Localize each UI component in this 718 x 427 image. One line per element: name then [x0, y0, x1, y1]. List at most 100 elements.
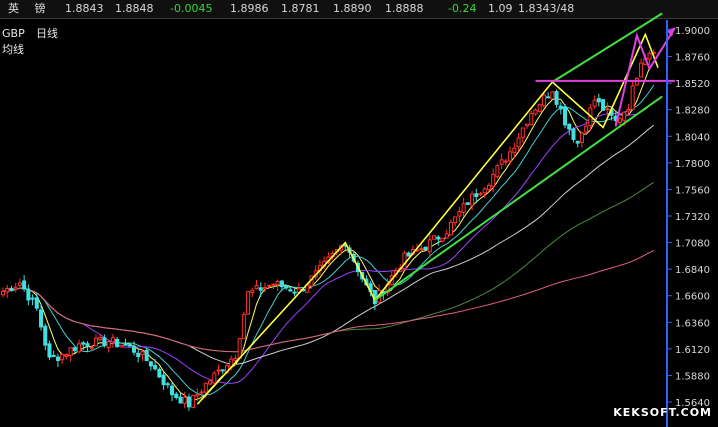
candle-down	[546, 96, 551, 99]
indicator-label: 均线	[2, 42, 24, 56]
candle-down	[220, 369, 225, 372]
chart-window: 英 镑 1.8843 1.8848 -0.0045 1.8986 1.8781 …	[0, 0, 718, 427]
candle-down	[115, 338, 120, 347]
candle-up	[241, 314, 246, 340]
price-tick-label: 1.7320	[675, 212, 710, 223]
candle-up	[203, 382, 208, 393]
candle-up	[584, 125, 589, 133]
candlestick-chart: 1.9000 1.8760 1.8520 1.8280 1.8040 1.7800 1.75…	[0, 12, 710, 427]
candle-up	[622, 111, 627, 121]
trendlines	[196, 12, 676, 405]
candle-down	[284, 285, 289, 289]
candle-up	[448, 222, 453, 236]
candle-down	[123, 343, 128, 346]
candle-down	[575, 140, 580, 144]
candle-up	[478, 193, 483, 196]
candle-up	[254, 285, 259, 289]
candle-down	[30, 297, 35, 300]
candle-down	[161, 374, 166, 386]
candle-down	[9, 287, 14, 292]
candle-up	[233, 358, 238, 361]
price-tick-label: 1.6120	[675, 345, 710, 356]
candle-down	[554, 91, 559, 105]
candle-up	[140, 351, 145, 356]
candle-down	[558, 105, 563, 110]
candle-up	[199, 391, 204, 394]
candle-down	[153, 365, 158, 370]
candle-up	[419, 248, 424, 251]
candle-down	[436, 236, 441, 240]
candle-up	[432, 235, 437, 240]
candle-down	[474, 193, 479, 197]
candle-up	[271, 283, 276, 286]
candle-down	[144, 349, 149, 361]
candle-up	[250, 289, 255, 294]
candle-up	[216, 369, 221, 372]
watermark: KEKSOFT.COM	[613, 406, 712, 419]
candle-down	[34, 297, 39, 309]
candle-up	[427, 239, 432, 253]
candle-up	[17, 282, 22, 286]
candle-down	[563, 106, 568, 126]
candle-down	[136, 352, 141, 358]
ma-slow-line	[2, 124, 655, 365]
candle-down	[22, 280, 27, 290]
chart-title: GBP	[2, 27, 25, 40]
price-tick-label: 1.8280	[675, 106, 710, 117]
candle-down	[55, 356, 60, 361]
candle-down	[51, 354, 56, 358]
candle-up	[639, 62, 644, 78]
candle-up	[89, 347, 94, 350]
candle-down	[596, 98, 601, 103]
candle-up	[486, 184, 491, 191]
candle-up	[541, 94, 546, 107]
candle-up	[13, 286, 18, 290]
candle-up	[93, 337, 98, 347]
candle-up	[461, 203, 466, 213]
candle-up	[77, 343, 82, 353]
candle-down	[292, 291, 297, 294]
candle-down	[26, 288, 31, 301]
candle-up	[537, 104, 542, 112]
candle-up	[533, 109, 538, 115]
candle-down	[148, 361, 153, 367]
green-upper-channel	[551, 12, 663, 83]
candle-up	[524, 123, 530, 127]
candle-up	[68, 347, 73, 356]
price-tick-label: 1.7800	[675, 159, 710, 170]
candle-up	[64, 354, 69, 357]
candle-up	[605, 108, 610, 111]
candle-up	[592, 99, 597, 107]
candle-up	[630, 85, 635, 110]
candle-up	[470, 193, 475, 206]
candle-up	[195, 394, 200, 397]
candle-up	[516, 137, 521, 148]
candle-up	[262, 286, 268, 290]
candle-up	[60, 353, 65, 361]
candle-down	[72, 347, 77, 351]
candle-up	[508, 151, 513, 162]
candle-up	[182, 396, 187, 404]
candle-down	[85, 343, 90, 348]
price-tick-label: 1.6360	[675, 318, 710, 329]
candle-up	[275, 280, 280, 286]
candle-up	[119, 344, 124, 348]
candle-down	[157, 368, 162, 378]
candle-up	[5, 287, 10, 293]
candle-up	[647, 52, 652, 60]
candle-up	[626, 108, 631, 112]
ma-slower-line	[2, 181, 655, 353]
price-tick-label: 1.7080	[675, 239, 710, 250]
price-tick-label: 1.9000	[675, 26, 710, 37]
chart-subtitle: 日线	[36, 26, 58, 40]
candle-up	[512, 147, 517, 154]
candle-up	[212, 372, 217, 384]
candle-down	[601, 99, 606, 111]
candle-down	[423, 246, 428, 251]
price-tick-label: 1.7560	[675, 185, 710, 196]
candle-down	[406, 252, 411, 257]
price-tick-label: 1.6840	[675, 265, 710, 276]
candle-up	[499, 159, 504, 165]
candle-down	[174, 393, 179, 398]
candle-down	[81, 342, 86, 345]
